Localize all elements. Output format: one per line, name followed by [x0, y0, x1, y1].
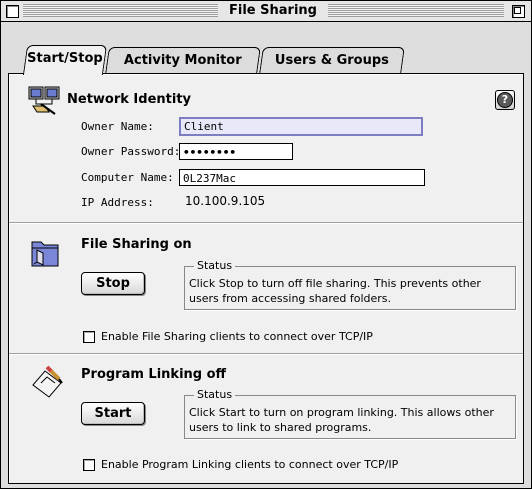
tab-start-stop[interactable]: Start/Stop: [22, 45, 108, 75]
tab-users-groups[interactable]: Users & Groups: [259, 47, 405, 74]
ip-address-label: IP Address:: [81, 196, 154, 209]
program-linking-status-label: Status: [194, 388, 236, 401]
close-box-icon[interactable]: [6, 5, 19, 18]
program-linking-heading: Program Linking off: [81, 367, 227, 382]
owner-password-field[interactable]: ••••••••: [179, 143, 293, 160]
owner-name-label: Owner Name:: [81, 120, 154, 133]
owner-name-field[interactable]: Client: [179, 117, 423, 136]
program-linking-tcpip-checkbox[interactable]: [83, 459, 95, 471]
title-bar-stripes-left: [23, 4, 218, 17]
file-sharing-window: File Sharing Start/Stop Activity Monitor…: [0, 0, 532, 489]
section-divider-2: [9, 353, 523, 355]
network-identity-heading: Network Identity: [67, 92, 192, 107]
file-sharing-status-line-1: Click Stop to turn off file sharing. Thi…: [189, 277, 481, 290]
stop-button[interactable]: Stop: [81, 272, 145, 295]
program-linking-status-line-2: users to link to shared programs.: [189, 421, 372, 434]
ip-address-value: 10.100.9.105: [185, 194, 266, 208]
shared-folder-icon: [31, 241, 59, 267]
owner-password-label: Owner Password:: [81, 145, 181, 158]
start-button[interactable]: Start: [81, 402, 145, 425]
tab-activity-monitor-label: Activity Monitor: [124, 53, 242, 68]
network-identity-icon: [28, 86, 60, 115]
help-icon: ?: [497, 92, 513, 108]
start-stop-panel: Network Identity ? Owner Name: Client Ow…: [8, 73, 524, 484]
file-sharing-status-line-2: users from accessing shared folders.: [189, 292, 392, 305]
title-bar-stripes-right: [328, 4, 504, 17]
help-button[interactable]: ?: [495, 90, 515, 110]
program-linking-status-line-1: Click Start to turn on program linking. …: [189, 406, 494, 419]
zoom-box-icon[interactable]: [512, 5, 525, 18]
tab-start-stop-label: Start/Stop: [27, 51, 103, 66]
window-title: File Sharing: [223, 2, 323, 20]
program-linking-tcpip-label: Enable Program Linking clients to connec…: [101, 458, 399, 471]
section-divider-1: [9, 222, 523, 224]
computer-name-field[interactable]: 0L237Mac: [179, 169, 425, 186]
file-sharing-tcpip-checkbox[interactable]: [83, 331, 95, 343]
tab-activity-monitor[interactable]: Activity Monitor: [105, 47, 261, 74]
tab-users-groups-label: Users & Groups: [274, 53, 389, 68]
file-sharing-tcpip-label: Enable File Sharing clients to connect o…: [101, 330, 373, 343]
title-bar[interactable]: File Sharing: [1, 1, 531, 22]
file-sharing-heading: File Sharing on: [81, 237, 192, 252]
computer-name-label: Computer Name:: [81, 171, 174, 184]
file-sharing-status-label: Status: [194, 259, 236, 272]
program-linking-icon: [32, 365, 63, 398]
